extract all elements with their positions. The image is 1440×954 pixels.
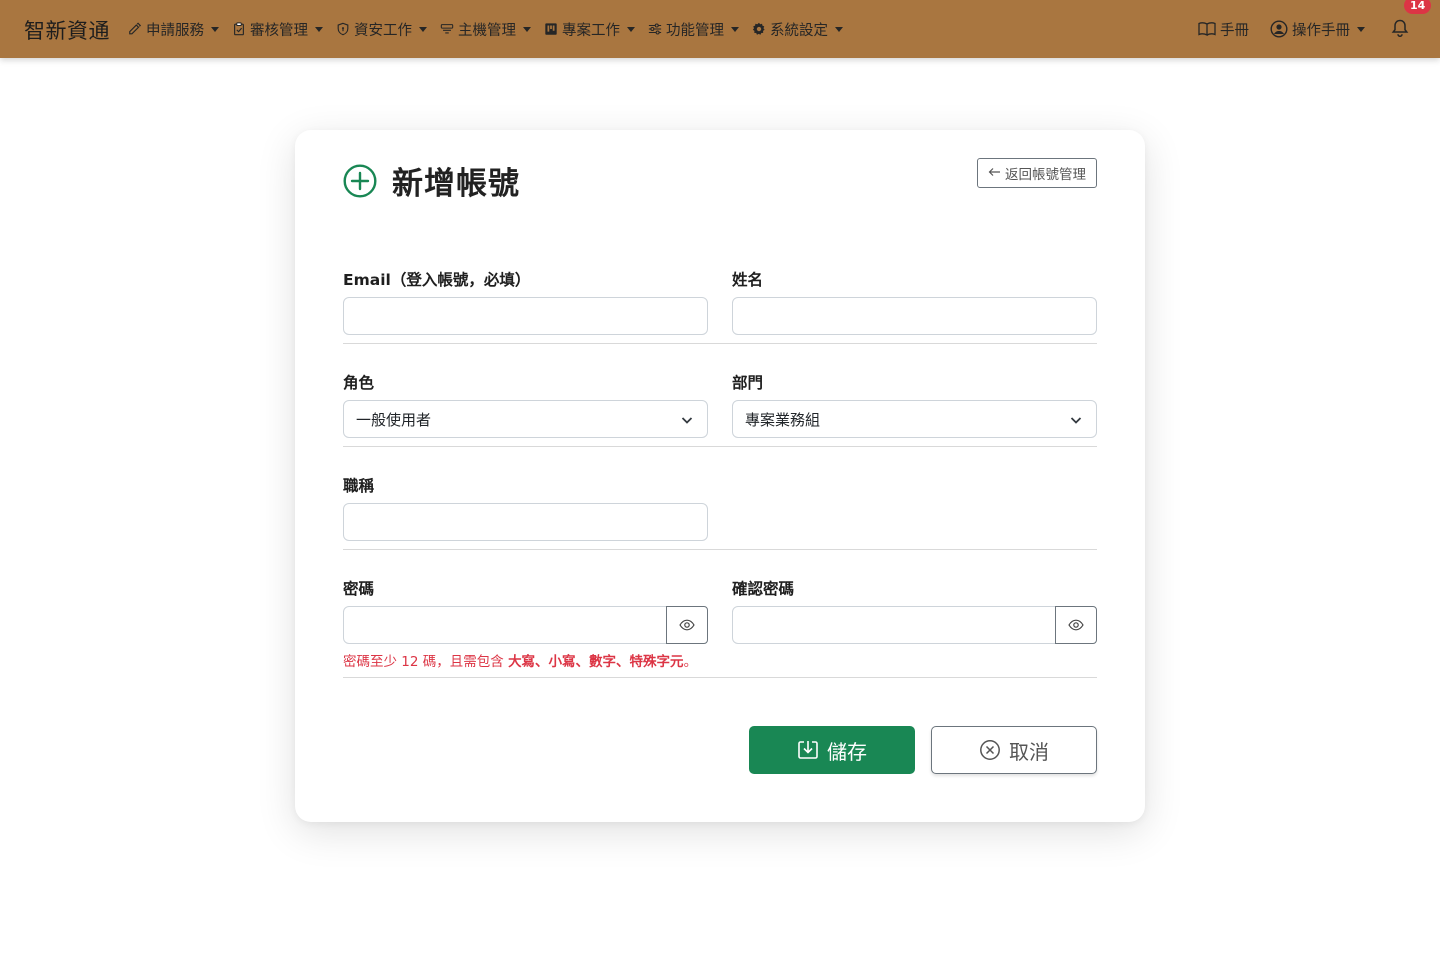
hint-prefix: 密碼至少 12 碼，且需包含 xyxy=(343,654,509,670)
confirm-password-field[interactable] xyxy=(732,606,1056,644)
toggle-confirm-visibility-button[interactable] xyxy=(1055,606,1097,644)
server-icon xyxy=(440,22,454,36)
page-title: 新增帳號 xyxy=(392,166,520,202)
name-field[interactable] xyxy=(732,297,1097,335)
caret-down-icon xyxy=(731,26,739,32)
manual-link[interactable]: 手冊 xyxy=(1198,0,1256,58)
row-divider xyxy=(343,343,1097,344)
form-card: 新增帳號 返回帳號管理 Email（登入帳號，必填） 姓名 角色 一般使用者 部… xyxy=(295,130,1145,822)
gear-icon xyxy=(752,22,766,36)
save-label: 儲存 xyxy=(827,739,867,764)
job-title-label: 職稱 xyxy=(343,477,375,495)
row-divider xyxy=(343,446,1097,447)
menu-label: 專案工作 xyxy=(562,22,620,39)
name-label: 姓名 xyxy=(732,271,764,289)
caret-down-icon xyxy=(1357,26,1365,32)
book-icon xyxy=(1198,21,1216,37)
department-selected-value: 專案業務組 xyxy=(745,410,821,429)
menu-function-management[interactable]: 功能管理 xyxy=(648,0,746,58)
role-selected-value: 一般使用者 xyxy=(356,410,432,429)
bell-icon xyxy=(1391,19,1409,38)
edit-icon xyxy=(128,22,142,36)
caret-down-icon xyxy=(523,26,531,32)
top-navbar: 智新資通 申請服務 審核管理 資安工作 主機管理 專案工作 功能管理 系統設定 … xyxy=(0,0,1440,58)
x-circle-icon xyxy=(980,740,1000,760)
email-label: Email（登入帳號，必填） xyxy=(343,271,531,289)
notification-button[interactable]: 14 xyxy=(1390,0,1432,40)
user-menu[interactable]: 操作手冊 xyxy=(1270,0,1372,58)
brand-logo[interactable]: 智新資通 xyxy=(24,15,110,45)
menu-apply-services[interactable]: 申請服務 xyxy=(128,0,226,58)
clipboard-check-icon xyxy=(232,22,246,36)
caret-down-icon xyxy=(315,26,323,32)
back-to-accounts-button[interactable]: 返回帳號管理 xyxy=(977,158,1097,188)
save-button[interactable]: 儲存 xyxy=(749,726,915,774)
password-requirement-hint: 密碼至少 12 碼，且需包含 大寫、小寫、數字、特殊字元。 xyxy=(343,650,697,670)
department-label: 部門 xyxy=(732,374,764,392)
nav-right-group: 手冊 操作手冊 14 xyxy=(1198,0,1432,58)
menu-label: 申請服務 xyxy=(146,22,204,39)
menu-label: 資安工作 xyxy=(354,22,412,39)
menu-host-management[interactable]: 主機管理 xyxy=(440,0,538,58)
caret-down-icon xyxy=(835,26,843,32)
confirm-password-label: 確認密碼 xyxy=(732,580,795,598)
role-select[interactable]: 一般使用者 xyxy=(343,400,708,438)
arrow-left-icon xyxy=(988,165,1001,181)
plus-circle-icon xyxy=(343,163,377,198)
menu-label: 系統設定 xyxy=(770,22,828,39)
password-label: 密碼 xyxy=(343,580,375,598)
menu-system-settings[interactable]: 系統設定 xyxy=(752,0,850,58)
row-divider xyxy=(343,549,1097,550)
user-circle-icon xyxy=(1270,20,1288,38)
caret-down-icon xyxy=(211,26,219,32)
chevron-down-icon xyxy=(681,417,693,424)
kanban-icon xyxy=(544,22,558,36)
menu-label: 功能管理 xyxy=(666,22,724,39)
shield-icon xyxy=(336,22,350,36)
manual-label: 手冊 xyxy=(1220,22,1249,39)
password-field[interactable] xyxy=(343,606,667,644)
menu-label: 審核管理 xyxy=(250,22,308,39)
menu-label: 主機管理 xyxy=(458,22,516,39)
department-select[interactable]: 專案業務組 xyxy=(732,400,1097,438)
cancel-label: 取消 xyxy=(1009,739,1049,764)
card-header: 新增帳號 xyxy=(343,158,520,203)
back-label: 返回帳號管理 xyxy=(1005,167,1086,183)
caret-down-icon xyxy=(627,26,635,32)
menu-project-work[interactable]: 專案工作 xyxy=(544,0,642,58)
job-title-field[interactable] xyxy=(343,503,708,541)
caret-down-icon xyxy=(419,26,427,32)
cancel-button[interactable]: 取消 xyxy=(931,726,1097,774)
hint-terms: 大寫、小寫、數字、特殊字元 xyxy=(508,654,684,670)
row-divider xyxy=(343,677,1097,678)
eye-icon xyxy=(1068,619,1084,631)
notification-badge: 14 xyxy=(1404,0,1432,14)
user-label: 操作手冊 xyxy=(1292,22,1350,39)
sliders-icon xyxy=(648,22,662,36)
toggle-password-visibility-button[interactable] xyxy=(666,606,708,644)
hint-suffix: 。 xyxy=(683,654,698,670)
download-save-icon xyxy=(798,741,818,759)
menu-security-work[interactable]: 資安工作 xyxy=(336,0,434,58)
eye-icon xyxy=(679,619,695,631)
main-menu: 申請服務 審核管理 資安工作 主機管理 專案工作 功能管理 系統設定 xyxy=(128,0,856,58)
chevron-down-icon xyxy=(1070,417,1082,424)
email-field[interactable] xyxy=(343,297,708,335)
menu-review-management[interactable]: 審核管理 xyxy=(232,0,330,58)
role-label: 角色 xyxy=(343,374,375,392)
